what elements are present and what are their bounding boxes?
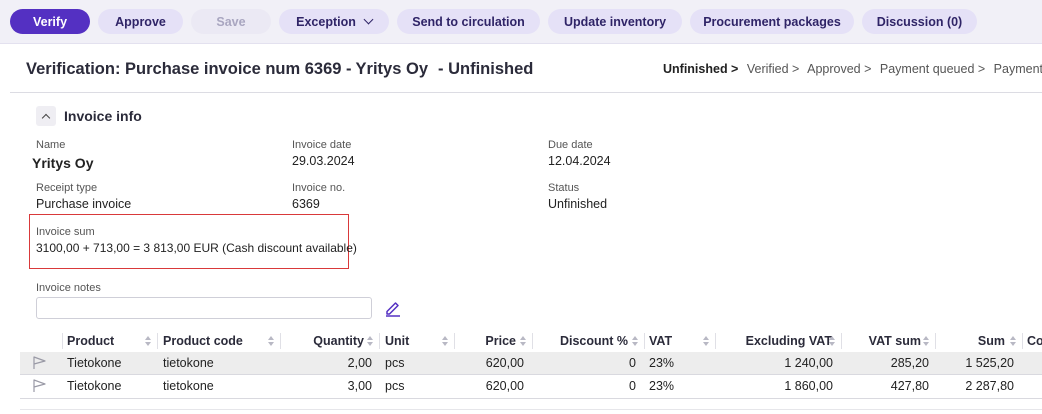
section-toggle-button[interactable] (36, 106, 56, 126)
section-title: Invoice info (64, 108, 142, 124)
col-discount[interactable]: Discount % (538, 330, 628, 352)
table-row[interactable]: Tietokone tietokone 3,00 pcs 620,00 0 23… (20, 375, 1042, 397)
sort-icon[interactable] (1010, 336, 1016, 346)
cell-vat: 23% (649, 379, 675, 393)
name-value: Yritys Oy (32, 155, 94, 171)
cell-product: Tietokone (67, 379, 122, 393)
cell-vat-sum: 427,80 (890, 379, 929, 393)
step-approved: Approved > (807, 62, 872, 76)
invoice-notes-input[interactable] (36, 297, 372, 319)
action-toolbar: Verify Approve Save Exception Send to ci… (0, 0, 1042, 44)
sort-icon[interactable] (520, 336, 526, 346)
sort-icon[interactable] (829, 336, 835, 346)
update-inventory-button[interactable]: Update inventory (548, 9, 682, 34)
cell-product: Tietokone (67, 356, 122, 370)
procurement-packages-button[interactable]: Procurement packages (690, 9, 854, 34)
invoice-no-value: 6369 (292, 197, 320, 211)
invoice-date-label: Invoice date (292, 139, 352, 151)
col-vat-sum[interactable]: VAT sum (847, 330, 921, 352)
cell-product-code: tietokone (163, 379, 214, 393)
due-date-value: 12.04.2024 (548, 154, 611, 168)
col-unit[interactable]: Unit (385, 330, 409, 352)
vendor-name: Yritys Oy (355, 60, 429, 78)
chevron-down-icon (363, 14, 374, 25)
col-vat[interactable]: VAT (649, 330, 672, 352)
send-to-circulation-button[interactable]: Send to circulation (397, 9, 540, 34)
header-divider (10, 92, 1042, 93)
cell-quantity: 2,00 (347, 356, 372, 370)
receipt-type-value: Purchase invoice (36, 197, 132, 211)
cell-excluding-vat: 1 860,00 (784, 379, 833, 393)
exception-dropdown-button[interactable]: Exception (279, 9, 389, 34)
cell-excluding-vat: 1 240,00 (784, 356, 833, 370)
invoice-date-value: 29.03.2024 (292, 154, 355, 168)
cell-discount: 0 (629, 356, 636, 370)
invoice-sum-label: Invoice sum (36, 226, 95, 238)
verify-button[interactable]: Verify (10, 9, 90, 34)
title-status: - Unfinished (438, 60, 534, 78)
step-unfinished: Unfinished > (663, 62, 739, 76)
col-sum[interactable]: Sum (941, 330, 1005, 352)
sort-icon[interactable] (632, 336, 638, 346)
table-header: Product Product code Quantity Unit Price… (20, 330, 1042, 352)
step-payment-sent: Payment sent (993, 62, 1042, 76)
col-product[interactable]: Product (67, 330, 114, 352)
pencil-icon[interactable] (383, 298, 403, 318)
step-payment-queued: Payment queued > (879, 62, 986, 76)
receipt-type-label: Receipt type (36, 182, 98, 194)
status-value: Unfinished (548, 197, 608, 211)
flag-icon[interactable] (32, 356, 48, 370)
status-label: Status (548, 182, 580, 194)
cell-vat-sum: 285,20 (890, 356, 929, 370)
invoice-sum-value: 3100,00 + 713,00 = 3 813,00 EUR (Cash di… (36, 241, 357, 255)
cell-sum: 1 525,20 (965, 356, 1014, 370)
col-price[interactable]: Price (460, 330, 516, 352)
sort-icon[interactable] (442, 336, 448, 346)
cell-price: 620,00 (485, 379, 524, 393)
col-excluding-vat[interactable]: Excluding VAT (721, 330, 832, 352)
due-date-label: Due date (548, 139, 593, 151)
discussion-button[interactable]: Discussion (0) (862, 9, 977, 34)
chevron-up-icon (41, 113, 51, 123)
table-row[interactable]: Tietokone tietokone 2,00 pcs 620,00 0 23… (20, 352, 1042, 374)
cell-unit: pcs (385, 379, 405, 393)
approve-button[interactable]: Approve (98, 9, 183, 34)
sort-icon[interactable] (923, 336, 929, 346)
flag-icon[interactable] (32, 379, 48, 393)
page-title: Verification: Purchase invoice num 6369 … (26, 60, 534, 78)
sort-icon[interactable] (367, 336, 373, 346)
cell-price: 620,00 (485, 356, 524, 370)
name-label: Name (36, 139, 66, 151)
step-verified: Verified > (746, 62, 800, 76)
col-quantity[interactable]: Quantity (286, 330, 364, 352)
cell-sum: 2 287,80 (965, 379, 1014, 393)
invoice-notes-label: Invoice notes (36, 282, 101, 294)
cell-unit: pcs (385, 356, 405, 370)
col-co[interactable]: Co (1027, 330, 1042, 352)
cell-product-code: tietokone (163, 356, 214, 370)
save-button[interactable]: Save (191, 9, 271, 34)
col-product-code[interactable]: Product code (163, 330, 243, 352)
sort-icon[interactable] (703, 336, 709, 346)
cell-discount: 0 (629, 379, 636, 393)
sort-icon[interactable] (268, 336, 274, 346)
sort-icon[interactable] (145, 336, 151, 346)
invoice-no-label: Invoice no. (292, 182, 346, 194)
workflow-steps: Unfinished > Verified > Approved > Payme… (663, 62, 1042, 76)
cell-vat: 23% (649, 356, 675, 370)
cell-quantity: 3,00 (347, 379, 372, 393)
